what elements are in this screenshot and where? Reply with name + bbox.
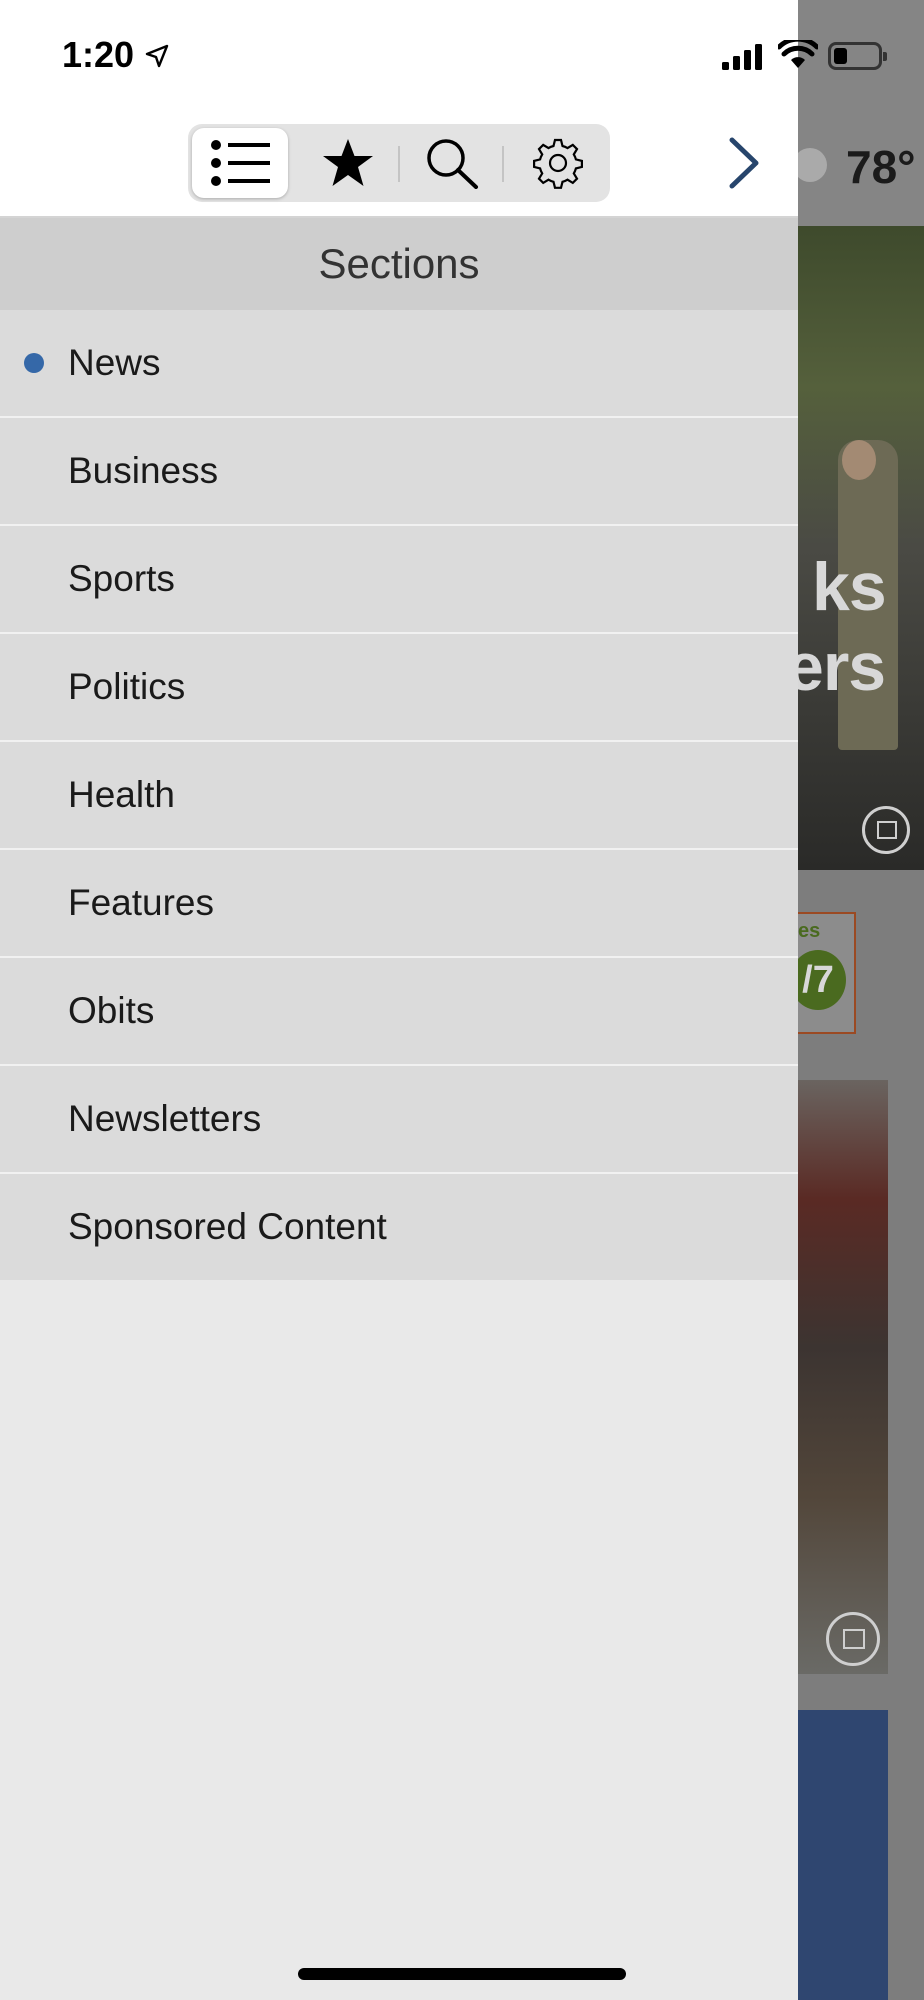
sidebar-item-label: Obits [68,990,155,1031]
gallery-icon-2 [826,1612,880,1666]
sections-drawer: 1:20 Sections News Business Sports Polit… [0,0,798,2000]
wifi-icon [778,40,818,68]
sidebar-item-features[interactable]: Features [0,850,798,958]
selected-indicator-dot [24,353,44,373]
sidebar-item-sports[interactable]: Sports [0,526,798,634]
tab-sections[interactable] [192,128,288,198]
ad-text-top: es [798,920,821,942]
signal-icon [722,44,762,70]
list-icon [211,140,270,186]
search-icon [427,139,478,189]
home-indicator[interactable] [298,1968,626,1980]
status-time: 1:20 [62,34,135,75]
sections-title: Sections [0,218,798,310]
sidebar-item-news[interactable]: News [0,310,798,418]
sidebar-item-label: Sponsored Content [68,1206,387,1247]
star-icon [323,139,373,186]
gear-icon [533,138,583,189]
sidebar-item-politics[interactable]: Politics [0,634,798,742]
tab-divider [502,146,504,182]
sidebar-item-label: Features [68,882,215,923]
weather-icon [793,148,827,182]
sections-list: News Business Sports Politics Health Fea… [0,310,798,1280]
sidebar-item-health[interactable]: Health [0,742,798,850]
story-photo-head [842,440,876,480]
ad-badge: /7 [790,950,846,1010]
tab-search[interactable] [404,128,500,198]
tab-segmented-control [188,124,610,202]
sidebar-item-sponsored-content[interactable]: Sponsored Content [0,1174,798,1280]
tab-favorites[interactable] [300,128,396,198]
sidebar-item-label: Politics [68,666,186,707]
temperature-label: 78° [846,141,916,193]
drawer-toolbar [0,110,798,218]
story-headline-line1: ks [812,549,887,625]
tab-settings[interactable] [510,128,606,198]
sidebar-item-label: Business [68,450,219,491]
sidebar-item-newsletters[interactable]: Newsletters [0,1066,798,1174]
sidebar-item-obits[interactable]: Obits [0,958,798,1066]
sidebar-item-business[interactable]: Business [0,418,798,526]
tab-divider [398,146,400,182]
sidebar-item-label: Health [68,774,175,815]
story-card-image-3[interactable] [798,1710,888,2000]
sidebar-item-label: Newsletters [68,1098,262,1139]
chevron-right-icon[interactable] [720,136,770,190]
story-headline-line2: ers [786,629,886,705]
location-arrow-icon [145,44,169,68]
battery-cap [883,52,887,61]
battery-icon [828,42,887,70]
sidebar-item-label: Sports [68,558,175,599]
story-card-image-2[interactable] [798,1080,888,1674]
battery-fill [834,48,847,64]
sidebar-item-label: News [68,342,161,383]
gallery-icon [862,806,910,854]
status-bar: 1:20 [0,0,798,110]
